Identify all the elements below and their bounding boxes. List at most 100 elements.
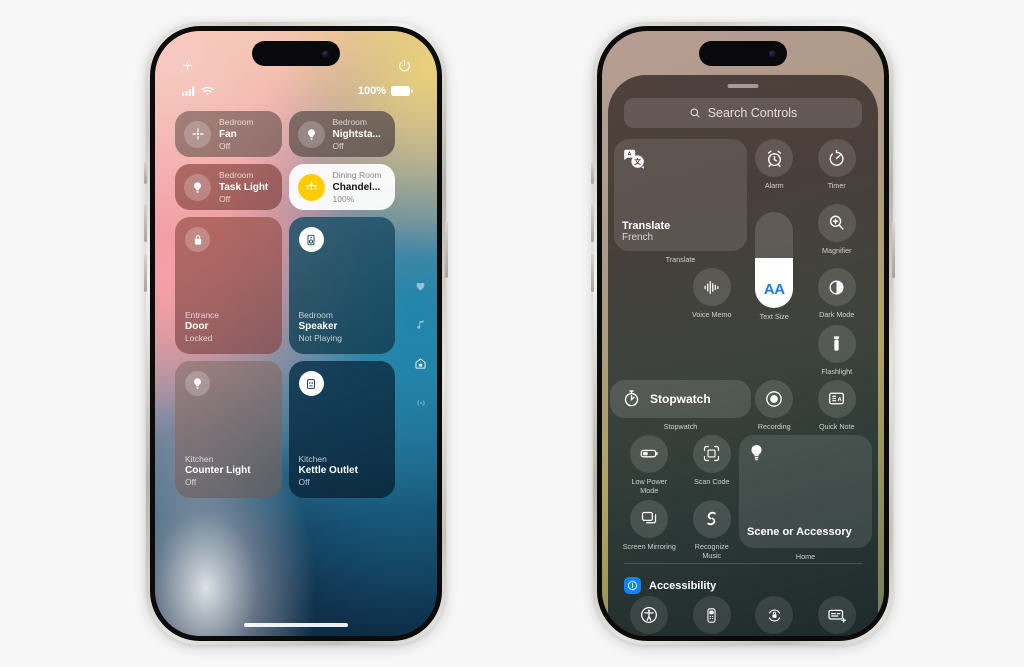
tile-room: Dining Room (332, 169, 382, 180)
outlet-icon (298, 371, 324, 396)
tile-name: Chandel... (332, 181, 381, 193)
tile-state: Off (298, 477, 310, 488)
screen-mirroring-icon (630, 499, 669, 538)
screenshot-canvas: 100% Bedroom Fan Off Bedroom Nightsta...… (0, 0, 1024, 667)
tile-name: Kettle Outlet (298, 465, 358, 477)
stopwatch-title: Stopwatch (650, 391, 711, 406)
rotation-lock-icon (755, 596, 794, 634)
text-size-glyph: AA (763, 280, 785, 298)
tile-room: Entrance (185, 309, 220, 320)
scan-code-icon (692, 434, 731, 473)
right-phone-device: Search Controls A 文 Translate French Tra… (591, 22, 895, 645)
search-controls-field[interactable]: Search Controls (624, 98, 862, 128)
accessibility-item-switch-control[interactable] (685, 596, 740, 634)
stopwatch-tile[interactable]: Stopwatch (610, 379, 751, 418)
accessibility-item-assistive-touch[interactable] (622, 596, 677, 634)
status-bar: 100% (155, 83, 437, 99)
tile-room: Bedroom (219, 169, 254, 180)
control-center-panel: Search Controls A 文 Translate French Tra… (608, 75, 878, 636)
add-plus-icon[interactable] (181, 59, 194, 72)
stopwatch-icon (622, 389, 641, 408)
sheet-grabber[interactable] (727, 84, 759, 88)
tile-entrance-door[interactable]: Entrance Door Locked (175, 217, 282, 354)
tile-state: Locked (185, 333, 213, 344)
control-alarm[interactable]: Alarm (747, 139, 802, 200)
accessibility-item-rotation-lock[interactable] (747, 596, 802, 634)
translate-tile[interactable]: A 文 Translate French (614, 139, 747, 251)
control-flashlight[interactable]: Flashlight (810, 324, 865, 376)
mute-button[interactable] (591, 162, 594, 184)
shazam-icon (692, 499, 731, 538)
control-recording[interactable]: Recording (747, 379, 802, 431)
svg-text:A: A (838, 397, 843, 403)
tile-kitchen-kettle-outlet[interactable]: Kitchen Kettle Outlet Off (288, 361, 395, 498)
control-dark-mode[interactable]: Dark Mode (810, 268, 865, 321)
tile-room: Kitchen (298, 453, 327, 464)
volume-down-button[interactable] (144, 254, 147, 292)
control-scene-or-accessory[interactable]: Scene or Accessory Home (739, 434, 872, 561)
control-voice-memo[interactable]: Voice Memo (685, 268, 740, 321)
control-scan-code[interactable]: Scan Code (685, 434, 740, 496)
tile-name: Speaker (298, 321, 338, 333)
control-low-power-mode[interactable]: Low Power Mode (622, 434, 677, 496)
accessibility-badge-icon (624, 577, 641, 594)
heart-icon[interactable] (415, 281, 426, 292)
controls-grid: A 文 Translate French Translate Alarm Tim… (610, 139, 872, 561)
battery-full-icon (391, 86, 413, 96)
mute-button[interactable] (144, 162, 147, 184)
alarm-clock-icon (755, 139, 794, 177)
translate-title: Translate (622, 220, 671, 232)
control-stopwatch[interactable]: Stopwatch Stopwatch (610, 379, 751, 431)
dynamic-island (699, 41, 787, 66)
translate-icon: A 文 (622, 147, 739, 171)
tile-kitchen-counter-light[interactable]: Kitchen Counter Light Off (175, 361, 282, 498)
tile-dining-room-chandelier[interactable]: Dining Room Chandel... 100% (288, 164, 395, 210)
home-icon[interactable] (414, 357, 427, 370)
control-quick-note[interactable]: A Quick Note (810, 379, 865, 431)
tile-bedroom-nightstand[interactable]: Bedroom Nightsta... Off (288, 111, 395, 157)
volume-up-button[interactable] (591, 204, 594, 242)
tile-bedroom-speaker[interactable]: Bedroom Speaker Not Playing (288, 217, 395, 354)
tile-bedroom-fan[interactable]: Bedroom Fan Off (175, 111, 282, 157)
volume-up-button[interactable] (144, 204, 147, 242)
dark-mode-label: Dark Mode (819, 310, 855, 319)
side-button[interactable] (445, 222, 448, 278)
left-phone-device: 100% Bedroom Fan Off Bedroom Nightsta...… (144, 22, 448, 645)
control-timer[interactable]: Timer (810, 139, 865, 200)
lightbulb-icon (747, 443, 864, 462)
accessibility-item-live-captions[interactable] (810, 596, 865, 634)
control-magnifier[interactable]: Magnifier (810, 203, 865, 265)
search-icon (689, 107, 701, 119)
battery-low-icon (630, 434, 669, 473)
text-size-icon[interactable]: AA (755, 211, 794, 308)
tile-room: Bedroom (298, 309, 334, 320)
translate-caption: Translate (665, 255, 696, 264)
control-screen-mirroring[interactable]: Screen Mirroring (622, 499, 677, 561)
translate-language: French (622, 232, 654, 243)
music-note-icon[interactable] (415, 319, 426, 330)
waveform-icon (692, 268, 731, 306)
side-button[interactable] (892, 222, 895, 278)
speaker-icon (298, 227, 324, 252)
recording-label: Recording (757, 421, 791, 431)
tile-state: 100% (332, 193, 355, 204)
tile-bedroom-task-light[interactable]: Bedroom Task Light Off (175, 164, 282, 210)
control-text-size[interactable]: AA Text Size (747, 204, 802, 321)
section-divider (624, 563, 862, 564)
accessibility-header[interactable]: Accessibility (624, 577, 716, 594)
volume-down-button[interactable] (591, 254, 594, 292)
home-page-dots (414, 281, 427, 409)
accessibility-title: Accessibility (649, 579, 717, 592)
low-power-mode-label: Low Power Mode (631, 476, 668, 495)
chandelier-icon (297, 173, 325, 201)
tile-name: Door (185, 321, 209, 333)
wireless-signal-icon[interactable] (415, 397, 427, 409)
power-icon[interactable] (398, 59, 411, 72)
scene-accessory-tile[interactable]: Scene or Accessory (739, 434, 872, 548)
dynamic-island (252, 41, 340, 66)
tile-room: Bedroom (332, 116, 368, 127)
control-recognize-music[interactable]: Recognize Music (685, 499, 740, 561)
live-captions-icon (817, 596, 856, 634)
quick-note-icon: A (817, 379, 856, 418)
control-translate[interactable]: A 文 Translate French Translate (614, 139, 747, 264)
